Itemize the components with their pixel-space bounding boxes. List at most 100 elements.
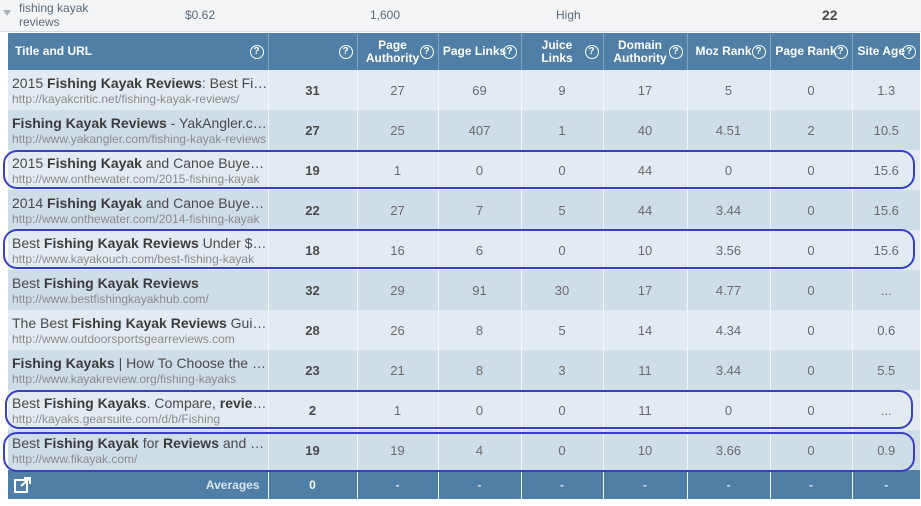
column-header-juice-links[interactable]: Juice Links? bbox=[521, 33, 604, 70]
cell-score: 27 bbox=[268, 110, 358, 150]
cell-page-rank: 0 bbox=[770, 230, 853, 270]
title-fragment: | How To Choose the Best bbox=[114, 354, 268, 371]
averages-page-authority: - bbox=[357, 470, 439, 499]
cell-page-links: 91 bbox=[438, 270, 522, 310]
cell-domain-authority: 40 bbox=[603, 110, 688, 150]
result-url-link[interactable]: http://www.outdoorsportsgearreviews.com bbox=[12, 332, 267, 346]
result-title-cell: Best Fishing Kayak Reviews Under $1000ht… bbox=[8, 230, 269, 270]
cell-juice-links: 0 bbox=[521, 150, 604, 190]
question-circle-icon[interactable]: ? bbox=[502, 44, 517, 59]
column-header-score[interactable]: ? bbox=[268, 33, 358, 70]
question-circle-icon[interactable]: ? bbox=[668, 44, 683, 59]
cell-score: 19 bbox=[268, 150, 358, 190]
result-url-link[interactable]: http://www.fikayak.com/ bbox=[12, 452, 267, 466]
cell-domain-authority: 11 bbox=[603, 390, 688, 430]
averages-score: 0 bbox=[268, 470, 358, 499]
question-circle-icon[interactable]: ? bbox=[338, 44, 353, 59]
result-title-link[interactable]: Best Fishing Kayak Reviews Under $1000 bbox=[12, 234, 267, 252]
table-row[interactable]: 2014 Fishing Kayak and Canoe Buyer's Gui… bbox=[8, 190, 920, 230]
title-fragment: Best bbox=[12, 434, 44, 451]
question-circle-icon[interactable]: ? bbox=[249, 44, 264, 59]
cell-site-age: 15.6 bbox=[852, 230, 920, 270]
title-fragment: Fishing Kayak Reviews bbox=[71, 314, 227, 331]
table-row[interactable]: 2015 Fishing Kayak and Canoe Buyer's Gui… bbox=[8, 150, 920, 190]
result-title-link[interactable]: 2015 Fishing Kayak and Canoe Buyer's Gui… bbox=[12, 155, 267, 172]
result-title-link[interactable]: 2015 Fishing Kayak Reviews: Best Fishing… bbox=[12, 74, 267, 92]
cell-page-rank: 0 bbox=[770, 390, 853, 430]
result-title-cell: 2015 Fishing Kayak Reviews: Best Fishing… bbox=[8, 70, 269, 110]
column-header-page-rank[interactable]: Page Rank? bbox=[770, 33, 853, 70]
table-row[interactable]: 2015 Fishing Kayak Reviews: Best Fishing… bbox=[8, 70, 920, 110]
column-header-domain-authority[interactable]: Domain Authority? bbox=[603, 33, 688, 70]
cell-page-links: 69 bbox=[438, 70, 522, 110]
result-url-link[interactable]: http://www.kayakouch.com/best-fishing-ka… bbox=[12, 252, 267, 266]
cell-page-authority: 27 bbox=[357, 190, 439, 230]
column-header-moz-rank[interactable]: Moz Rank? bbox=[687, 33, 771, 70]
cell-moz-rank: 0 bbox=[687, 390, 771, 430]
keyword-volume: 1,600 bbox=[370, 8, 401, 22]
column-header-title-and-url[interactable]: Title and URL? bbox=[8, 33, 269, 70]
title-fragment: 2014 bbox=[12, 194, 48, 211]
question-circle-icon[interactable]: ? bbox=[833, 44, 848, 59]
cell-domain-authority: 14 bbox=[603, 310, 688, 350]
cell-score: 31 bbox=[268, 70, 358, 110]
triangle-down-icon[interactable] bbox=[3, 10, 11, 16]
result-url-link[interactable]: http://www.onthewater.com/2015-fishing-k… bbox=[12, 172, 267, 186]
cell-page-rank: 0 bbox=[770, 270, 853, 310]
result-url-link[interactable]: http://www.kayakreview.org/fishing-kayak… bbox=[12, 372, 267, 386]
result-title-link[interactable]: 2014 Fishing Kayak and Canoe Buyer's Gui… bbox=[12, 194, 267, 212]
title-fragment: 2015 bbox=[12, 74, 48, 91]
title-fragment: Fishing Kayak Reviews bbox=[43, 274, 199, 291]
column-header-page-authority[interactable]: Page Authority? bbox=[357, 33, 439, 70]
table-row[interactable]: Best Fishing Kayak Reviews http://www.bes… bbox=[8, 270, 920, 310]
result-url-link[interactable]: http://kayakcritic.net/fishing-kayak-rev… bbox=[12, 92, 267, 106]
result-title-link[interactable]: Best Fishing Kayak for Reviews and Buyin… bbox=[12, 434, 267, 452]
column-header-label: Title and URL bbox=[15, 44, 93, 58]
result-url-link[interactable]: http://www.onthewater.com/2014-fishing-k… bbox=[12, 212, 267, 226]
table-row[interactable]: The Best Fishing Kayak Reviews Guide http… bbox=[8, 310, 920, 350]
cell-juice-links: 5 bbox=[521, 310, 604, 350]
table-row[interactable]: Fishing Kayaks | How To Choose the Best h… bbox=[8, 350, 920, 390]
column-header-label: Page Authority bbox=[365, 37, 420, 65]
result-url-link[interactable]: http://www.yakangler.com/fishing-kayak-r… bbox=[12, 132, 267, 146]
column-header-site-age[interactable]: Site Age? bbox=[852, 33, 920, 70]
table-row[interactable]: Best Fishing Kayak Reviews Under $1000ht… bbox=[8, 230, 920, 270]
result-title-cell: Fishing Kayak Reviews - YakAngler.com htt… bbox=[8, 110, 269, 150]
question-circle-icon[interactable]: ? bbox=[751, 44, 766, 59]
result-title-link[interactable]: Best Fishing Kayaks. Compare, reviews bbox=[12, 394, 267, 412]
title-fragment: Best bbox=[12, 394, 44, 411]
cell-page-authority: 26 bbox=[357, 310, 439, 350]
result-title-cell: Fishing Kayaks | How To Choose the Best h… bbox=[8, 350, 269, 390]
question-circle-icon[interactable]: ? bbox=[902, 44, 916, 59]
result-title-link[interactable]: Fishing Kayaks | How To Choose the Best bbox=[12, 354, 268, 372]
cell-moz-rank: 3.44 bbox=[687, 190, 771, 230]
cell-page-links: 7 bbox=[438, 190, 522, 230]
result-url-link[interactable]: http://www.bestfishingkayakhub.com/ bbox=[12, 292, 267, 306]
title-fragment: Fishing Kayaks bbox=[12, 354, 115, 371]
column-header-label: Page Links bbox=[442, 44, 507, 58]
export-icon[interactable] bbox=[14, 477, 32, 493]
question-circle-icon[interactable]: ? bbox=[584, 44, 599, 59]
column-header-page-links[interactable]: Page Links? bbox=[438, 33, 522, 70]
result-url-link[interactable]: http://kayaks.gearsuite.com/d/b/Fishing bbox=[12, 412, 267, 426]
title-fragment: Fishing Kayak Reviews bbox=[43, 234, 199, 251]
keyword-difficulty: 22 bbox=[822, 7, 838, 23]
result-title-link[interactable]: Fishing Kayak Reviews - YakAngler.com bbox=[12, 115, 267, 132]
cell-page-links: 4 bbox=[438, 430, 522, 470]
table-row[interactable]: Best Fishing Kayak for Reviews and Buyin… bbox=[8, 430, 920, 470]
cell-domain-authority: 17 bbox=[603, 270, 688, 310]
result-title-link[interactable]: Best Fishing Kayak Reviews bbox=[12, 274, 267, 292]
table-row[interactable]: Best Fishing Kayaks. Compare, reviews htt… bbox=[8, 390, 920, 430]
cell-page-authority: 27 bbox=[357, 70, 439, 110]
cell-score: 28 bbox=[268, 310, 358, 350]
title-fragment: Best bbox=[12, 274, 44, 291]
result-title-link[interactable]: The Best Fishing Kayak Reviews Guide bbox=[12, 314, 267, 332]
column-header-label: Moz Rank bbox=[695, 44, 752, 58]
cell-page-authority: 1 bbox=[357, 390, 439, 430]
cell-domain-authority: 10 bbox=[603, 230, 688, 270]
question-circle-icon[interactable]: ? bbox=[419, 44, 434, 59]
title-fragment: Best bbox=[12, 234, 44, 251]
cell-score: 23 bbox=[268, 350, 358, 390]
title-fragment: . Compare, bbox=[146, 394, 220, 411]
table-row[interactable]: Fishing Kayak Reviews - YakAngler.com htt… bbox=[8, 110, 920, 150]
